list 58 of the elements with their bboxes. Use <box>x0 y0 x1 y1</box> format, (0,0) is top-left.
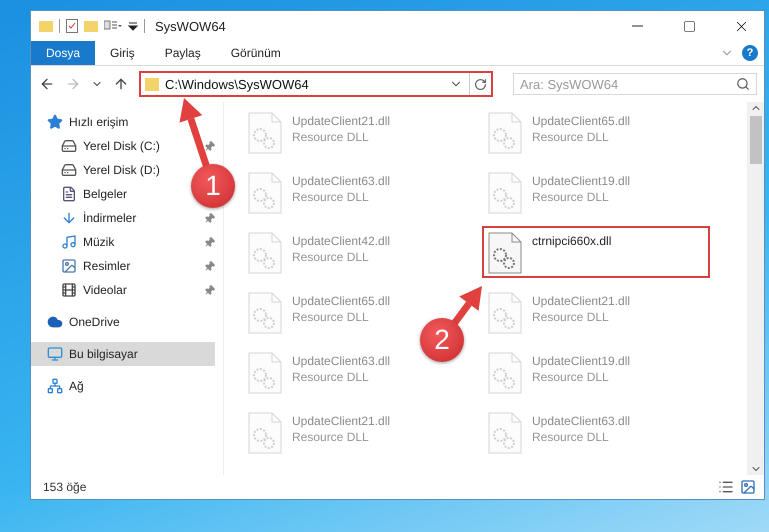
item-count: 153 öğe <box>43 480 88 494</box>
monitor-icon <box>47 346 63 362</box>
sidebar-item[interactable]: Resimler <box>31 254 136 278</box>
film-icon <box>61 282 77 298</box>
file-item[interactable]: ctrnipci660x.dll <box>482 226 710 278</box>
sidebar-item[interactable]: Videolar <box>31 278 133 302</box>
gear-file-icon <box>488 292 522 334</box>
window-title: SysWOW64 <box>155 18 227 34</box>
drive-icon <box>61 162 77 178</box>
music-note-icon <box>61 234 77 250</box>
ribbon-tab[interactable]: Görünüm <box>216 41 296 65</box>
help-button[interactable]: ? <box>742 45 758 61</box>
ribbon-tab[interactable]: Dosya <box>31 41 96 65</box>
document-icon <box>61 186 77 202</box>
gear-file-icon <box>248 172 282 214</box>
picture-icon <box>61 258 77 274</box>
large-icons-view-icon[interactable] <box>740 479 756 495</box>
checklist-icon[interactable] <box>66 19 78 33</box>
properties-icon[interactable] <box>104 20 122 32</box>
maximize-icon <box>682 20 696 32</box>
details-view-icon[interactable] <box>718 479 734 495</box>
address-bar[interactable]: C:\Windows\SysWOW64 <box>139 71 493 97</box>
gear-file-icon <box>248 112 282 154</box>
gear-file-icon <box>488 112 522 154</box>
dropdown-icon[interactable] <box>128 21 138 31</box>
sidebar-item[interactable]: Bu bilgisayar <box>31 342 215 366</box>
minimize-icon <box>632 25 642 27</box>
gear-file-icon <box>248 412 282 454</box>
back-button[interactable] <box>39 76 55 92</box>
star-icon <box>47 114 63 130</box>
gear-file-icon <box>488 232 522 274</box>
gear-file-icon <box>248 292 282 334</box>
gear-file-icon <box>488 352 522 394</box>
sidebar-item[interactable]: Yerel Disk (D:) <box>31 158 166 182</box>
drive-icon <box>61 138 77 154</box>
gear-file-icon <box>248 232 282 274</box>
sidebar-item[interactable]: OneDrive <box>31 310 126 334</box>
sidebar-item[interactable]: Ağ <box>31 374 90 398</box>
gear-file-icon <box>488 172 522 214</box>
sidebar-item[interactable]: Müzik <box>31 230 120 254</box>
cloud-icon <box>47 314 63 330</box>
forward-arrow-icon <box>65 76 81 92</box>
sidebar-item[interactable]: Hızlı erişim <box>31 110 134 134</box>
gear-file-icon <box>248 352 282 394</box>
up-button[interactable] <box>113 76 129 92</box>
sidebar-item[interactable]: Yerel Disk (C:) <box>31 134 166 158</box>
scrollbar[interactable] <box>747 102 764 475</box>
ribbon-tab[interactable]: Giriş <box>95 41 150 65</box>
network-icon <box>47 378 63 394</box>
sidebar-item[interactable]: İndirmeler <box>31 206 142 230</box>
scroll-thumb[interactable] <box>750 116 762 164</box>
sidebar-item[interactable]: Belgeler <box>31 182 134 206</box>
folder-icon <box>39 20 53 32</box>
folder-icon <box>145 77 159 91</box>
refresh-icon <box>474 78 487 90</box>
gear-file-icon <box>488 412 522 454</box>
ribbon-tab[interactable]: Paylaş <box>150 41 216 65</box>
search-field[interactable]: Ara: SysWOW64 <box>513 73 757 95</box>
